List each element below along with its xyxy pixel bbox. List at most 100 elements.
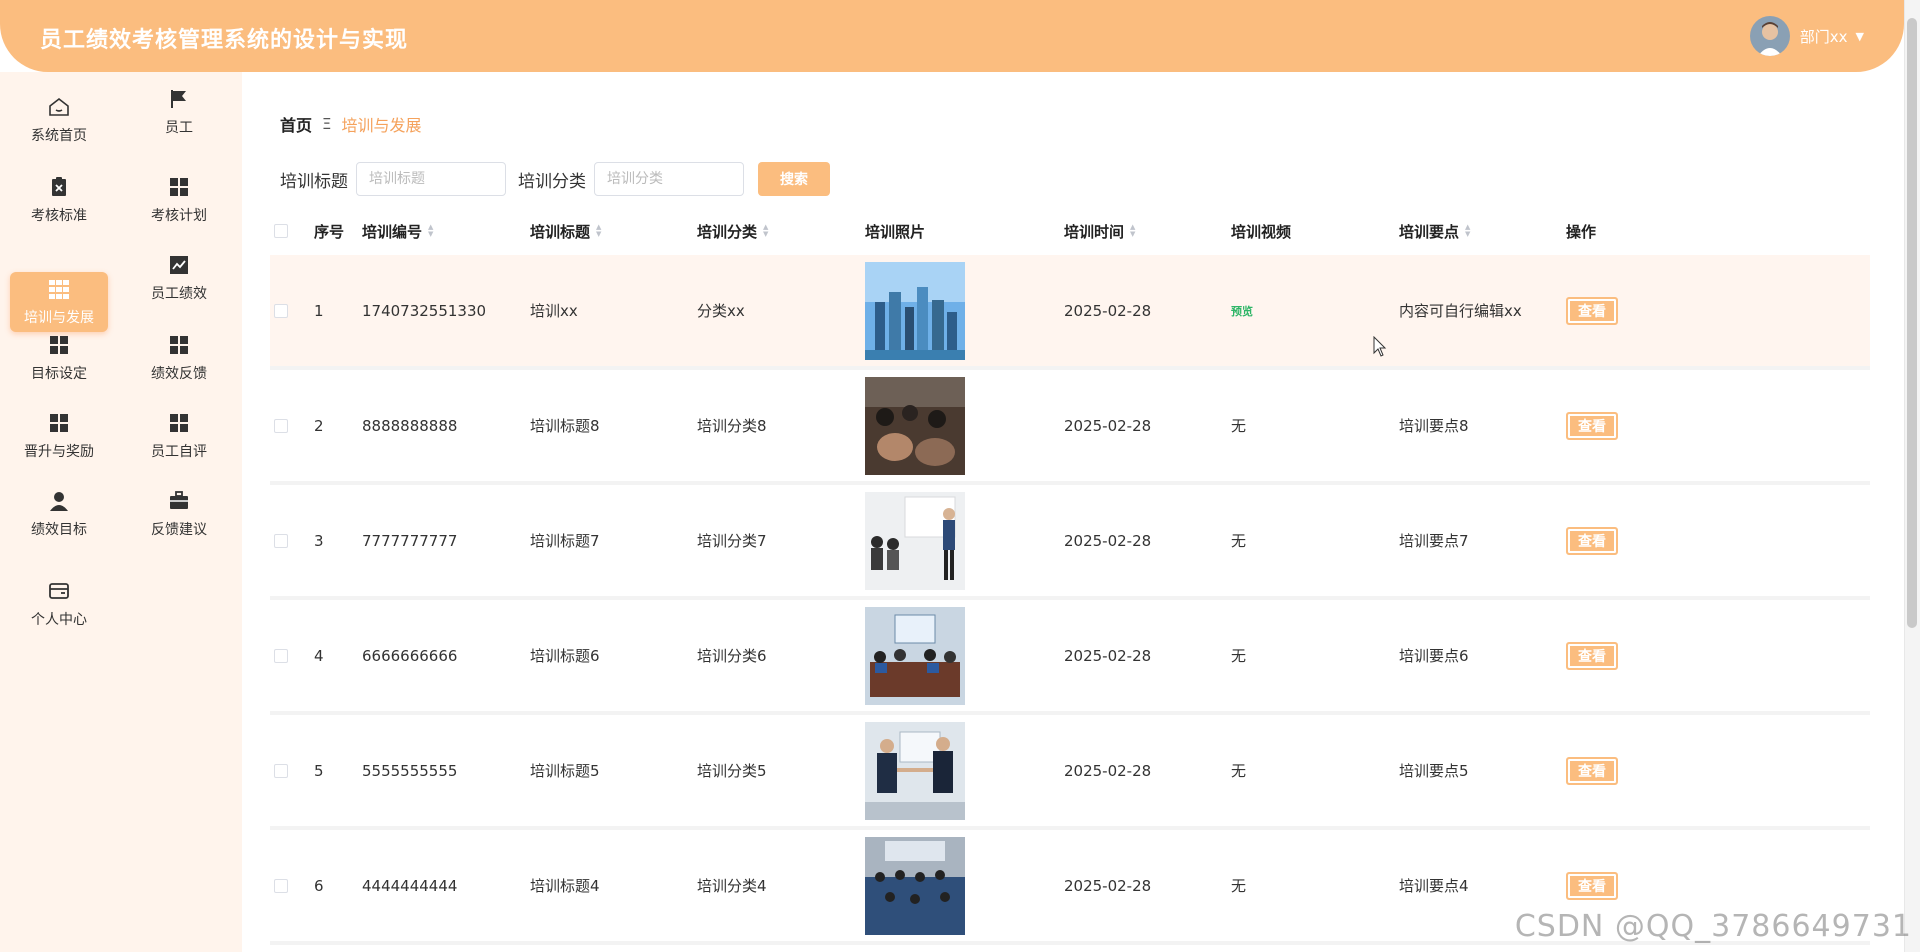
chevron-down-icon[interactable]: ▼	[1856, 30, 1864, 43]
table-row[interactable]: 4 6666666666 培训标题6 培训分类6 2025-02-28 无 培训…	[270, 600, 1870, 715]
row-checkbox[interactable]	[274, 418, 288, 433]
row-key-points: 培训要点8	[1399, 417, 1469, 435]
table-row[interactable]: 5 5555555555 培训标题5 培训分类5 2025-02-28 无 培训…	[270, 715, 1870, 830]
sidebar-item-self-review[interactable]: 员工自评	[130, 406, 228, 466]
sidebar-item-training[interactable]: 培训与发展	[10, 272, 108, 332]
view-button[interactable]: 查看	[1566, 526, 1618, 555]
sidebar-item-assessment-plan[interactable]: 考核计划	[130, 170, 228, 230]
view-button[interactable]: 查看	[1566, 756, 1618, 785]
row-index: 1	[314, 301, 324, 320]
row-video: 无	[1231, 532, 1247, 550]
mouse-cursor-icon	[1373, 336, 1387, 357]
sort-icon[interactable]: ▲ ▼	[1465, 224, 1470, 238]
breadcrumb-separator: Ξ	[322, 115, 332, 133]
training-photo[interactable]	[865, 606, 965, 705]
sidebar-item-performance-feedback[interactable]: 绩效反馈	[130, 328, 228, 388]
training-photo[interactable]	[865, 491, 965, 590]
grid-icon	[170, 336, 188, 354]
row-title: 培训标题7	[530, 532, 600, 550]
row-index: 2	[314, 416, 324, 435]
view-button[interactable]: 查看	[1566, 641, 1618, 670]
sidebar-item-employee[interactable]: 员工	[130, 82, 228, 142]
row-video: 无	[1231, 877, 1247, 895]
row-checkbox[interactable]	[274, 648, 288, 663]
row-checkbox[interactable]	[274, 303, 288, 318]
user-name[interactable]: 部门xx	[1800, 26, 1848, 47]
view-button[interactable]: 查看	[1566, 411, 1618, 440]
sidebar-item-promotion[interactable]: 晋升与奖励	[10, 406, 108, 466]
row-key-points: 培训要点7	[1399, 532, 1469, 550]
select-all-checkbox[interactable]	[274, 224, 288, 238]
row-checkbox[interactable]	[274, 763, 288, 778]
title-search-input[interactable]	[356, 162, 506, 196]
sort-icon[interactable]: ▲ ▼	[596, 224, 601, 238]
sidebar-item-performance-goal[interactable]: 绩效目标	[10, 484, 108, 544]
scrollbar-thumb[interactable]	[1907, 18, 1917, 628]
row-index: 4	[314, 646, 324, 665]
sidebar-item-home[interactable]: 系统首页	[10, 90, 108, 150]
view-button[interactable]: 查看	[1566, 296, 1618, 325]
sort-icon[interactable]: ▲ ▼	[1130, 224, 1135, 238]
header-action: 操作	[1566, 222, 1597, 241]
view-button[interactable]: 查看	[1566, 871, 1618, 900]
row-checkbox[interactable]	[274, 878, 288, 893]
row-key-points: 培训要点5	[1399, 762, 1469, 780]
header-video: 培训视频	[1231, 222, 1292, 241]
sidebar-item-suggestions[interactable]: 反馈建议	[130, 484, 228, 544]
header-number[interactable]: 培训编号 ▲ ▼	[362, 221, 530, 242]
page-scrollbar[interactable]	[1904, 0, 1920, 952]
sidebar-item-performance[interactable]: 员工绩效	[130, 248, 228, 308]
row-index: 6	[314, 876, 324, 895]
video-preview-link[interactable]: 预览	[1231, 303, 1253, 319]
flag-icon	[171, 90, 186, 108]
breadcrumb-home[interactable]: 首页	[280, 112, 312, 136]
clipboard-x-icon	[52, 177, 66, 196]
sidebar-item-goal-setting[interactable]: 目标设定	[10, 328, 108, 388]
category-search-label: 培训分类	[518, 171, 586, 192]
row-title: 培训标题8	[530, 417, 600, 435]
header-title[interactable]: 培训标题 ▲ ▼	[530, 221, 697, 242]
table-row[interactable]: 3 7777777777 培训标题7 培训分类7 2025-02-28 无 培训…	[270, 485, 1870, 600]
header-category[interactable]: 培训分类 ▲ ▼	[697, 221, 865, 242]
table-row[interactable]: 1 1740732551330 培训xx 分类xx 2025-02-28 预览 …	[270, 255, 1870, 370]
row-category: 培训分类5	[697, 762, 767, 780]
row-title: 培训xx	[530, 302, 578, 320]
sidebar-item-profile[interactable]: 个人中心	[10, 574, 108, 634]
row-number: 5555555555	[362, 761, 458, 780]
grid-icon	[170, 178, 188, 196]
grid-9-icon	[49, 280, 69, 299]
training-photo[interactable]	[865, 261, 965, 360]
row-time: 2025-02-28	[1064, 761, 1152, 780]
row-time: 2025-02-28	[1064, 876, 1152, 895]
sidebar-item-assessment-standard[interactable]: 考核标准	[10, 170, 108, 230]
row-number: 6666666666	[362, 646, 458, 665]
card-icon	[49, 583, 69, 599]
row-key-points: 内容可自行编辑xx	[1399, 302, 1522, 320]
row-category: 培训分类6	[697, 647, 767, 665]
search-bar: 培训标题 培训分类 搜索	[280, 162, 830, 196]
row-time: 2025-02-28	[1064, 646, 1152, 665]
sort-icon[interactable]: ▲ ▼	[763, 224, 768, 238]
training-photo[interactable]	[865, 376, 965, 475]
row-category: 分类xx	[697, 302, 745, 320]
chart-line-icon	[170, 256, 188, 274]
row-checkbox[interactable]	[274, 533, 288, 548]
training-photo[interactable]	[865, 721, 965, 820]
header-time[interactable]: 培训时间 ▲ ▼	[1064, 221, 1231, 242]
training-photo[interactable]	[865, 836, 965, 935]
title-search-label: 培训标题	[280, 171, 348, 192]
breadcrumb-current: 培训与发展	[341, 116, 422, 135]
user-icon	[50, 492, 68, 511]
category-search-input[interactable]	[594, 162, 744, 196]
avatar[interactable]	[1749, 16, 1790, 56]
header-key-points[interactable]: 培训要点 ▲ ▼	[1399, 221, 1566, 242]
sort-icon[interactable]: ▲ ▼	[428, 224, 433, 238]
row-title: 培训标题4	[530, 877, 600, 895]
grid-icon	[50, 414, 68, 432]
row-number: 8888888888	[362, 416, 458, 435]
row-time: 2025-02-28	[1064, 416, 1152, 435]
user-menu[interactable]: 部门xx ▼	[1749, 16, 1864, 56]
search-button[interactable]: 搜索	[758, 162, 830, 196]
table-row[interactable]: 2 8888888888 培训标题8 培训分类8 2025-02-28 无 培训…	[270, 370, 1870, 485]
grid-icon	[50, 336, 68, 354]
